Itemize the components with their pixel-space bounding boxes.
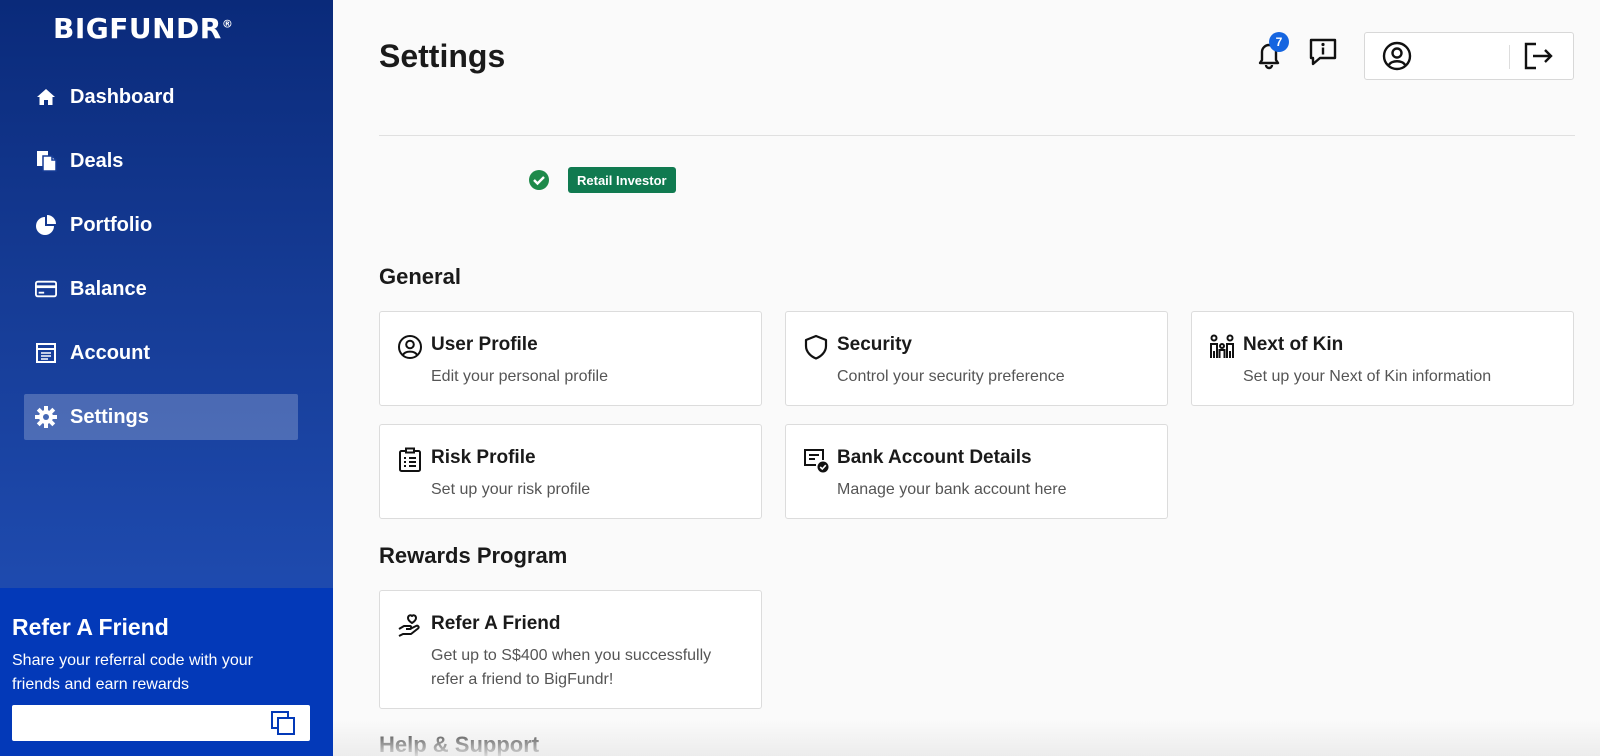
card-next-of-kin[interactable]: Next of Kin Set up your Next of Kin info…	[1191, 311, 1574, 406]
card-title: Security	[837, 334, 912, 355]
card-description: Get up to S$400 when you successfully re…	[431, 647, 712, 688]
section-title-help: Help & Support	[379, 732, 540, 756]
sidebar-item-label: Balance	[70, 277, 147, 300]
page-title: Settings	[379, 38, 506, 74]
main-content: Settings 7 Retail Investor General User …	[333, 0, 1600, 756]
section-title-general: General	[379, 264, 461, 289]
copy-icon[interactable]	[270, 710, 296, 736]
sidebar-item-label: Dashboard	[70, 85, 175, 108]
sidebar-item-dashboard[interactable]: Dashboard	[24, 74, 298, 120]
sidebar-item-deals[interactable]: Deals	[24, 138, 298, 184]
sidebar: BIGFUNDR® Dashboard Deals Portfolio Bala…	[0, 0, 333, 756]
home-icon	[35, 86, 57, 108]
sidebar-item-label: Deals	[70, 149, 124, 172]
documents-icon	[35, 150, 57, 172]
card-title: User Profile	[431, 334, 538, 355]
refer-title: Refer A Friend	[12, 614, 169, 640]
card-title: Refer A Friend	[431, 613, 561, 634]
user-menu-divider	[1509, 45, 1510, 69]
sidebar-item-label: Portfolio	[70, 213, 153, 236]
sidebar-item-balance[interactable]: Balance	[24, 266, 298, 312]
sidebar-item-settings[interactable]: Settings	[24, 394, 298, 440]
sidebar-item-label: Account	[70, 341, 150, 364]
card-refer-a-friend[interactable]: Refer A Friend Get up to S$400 when you …	[379, 590, 762, 709]
hand-heart-icon	[397, 613, 423, 639]
clipboard-list-icon	[397, 447, 423, 473]
card-user-profile[interactable]: User Profile Edit your personal profile	[379, 311, 762, 406]
section-title-rewards: Rewards Program	[379, 543, 568, 568]
card-title: Next of Kin	[1243, 334, 1344, 355]
card-description: Set up your risk profile	[431, 481, 591, 498]
user-circle-icon	[397, 334, 423, 360]
card-description: Manage your bank account here	[837, 481, 1067, 498]
card-risk-profile[interactable]: Risk Profile Set up your risk profile	[379, 424, 762, 519]
pie-chart-icon	[35, 214, 57, 236]
sidebar-item-account[interactable]: Account	[24, 330, 298, 376]
refer-description: Share your referral code with your frien…	[12, 652, 253, 693]
card-bank-account-details[interactable]: Bank Account Details Manage your bank ac…	[785, 424, 1168, 519]
user-circle-icon[interactable]	[1382, 41, 1412, 71]
referral-code-field[interactable]	[12, 705, 310, 741]
refer-panel: Refer A Friend Share your referral code …	[0, 588, 333, 756]
sidebar-nav: Dashboard Deals Portfolio Balance Accoun…	[24, 74, 298, 458]
ledger-icon	[35, 342, 57, 364]
user-menu	[1364, 32, 1574, 80]
message-alert-icon[interactable]	[1307, 36, 1339, 68]
brand-logo[interactable]: BIGFUNDR®	[53, 12, 233, 45]
card-description: Control your security preference	[837, 368, 1065, 385]
card-title: Risk Profile	[431, 447, 536, 468]
notification-badge: 7	[1269, 32, 1289, 52]
card-description: Edit your personal profile	[431, 368, 608, 385]
check-circle-icon	[529, 170, 549, 190]
shield-icon	[803, 334, 829, 360]
logout-icon[interactable]	[1523, 41, 1555, 71]
family-icon	[1209, 334, 1235, 360]
card-description: Set up your Next of Kin information	[1243, 368, 1492, 385]
sidebar-item-label: Settings	[70, 405, 149, 428]
investor-type-badge: Retail Investor	[568, 167, 676, 193]
card-security[interactable]: Security Control your security preferenc…	[785, 311, 1168, 406]
credit-card-icon	[35, 278, 57, 300]
sidebar-item-portfolio[interactable]: Portfolio	[24, 202, 298, 248]
gear-icon	[35, 406, 57, 428]
card-title: Bank Account Details	[837, 447, 1032, 468]
bank-check-icon	[803, 447, 829, 473]
header-divider	[379, 135, 1575, 136]
